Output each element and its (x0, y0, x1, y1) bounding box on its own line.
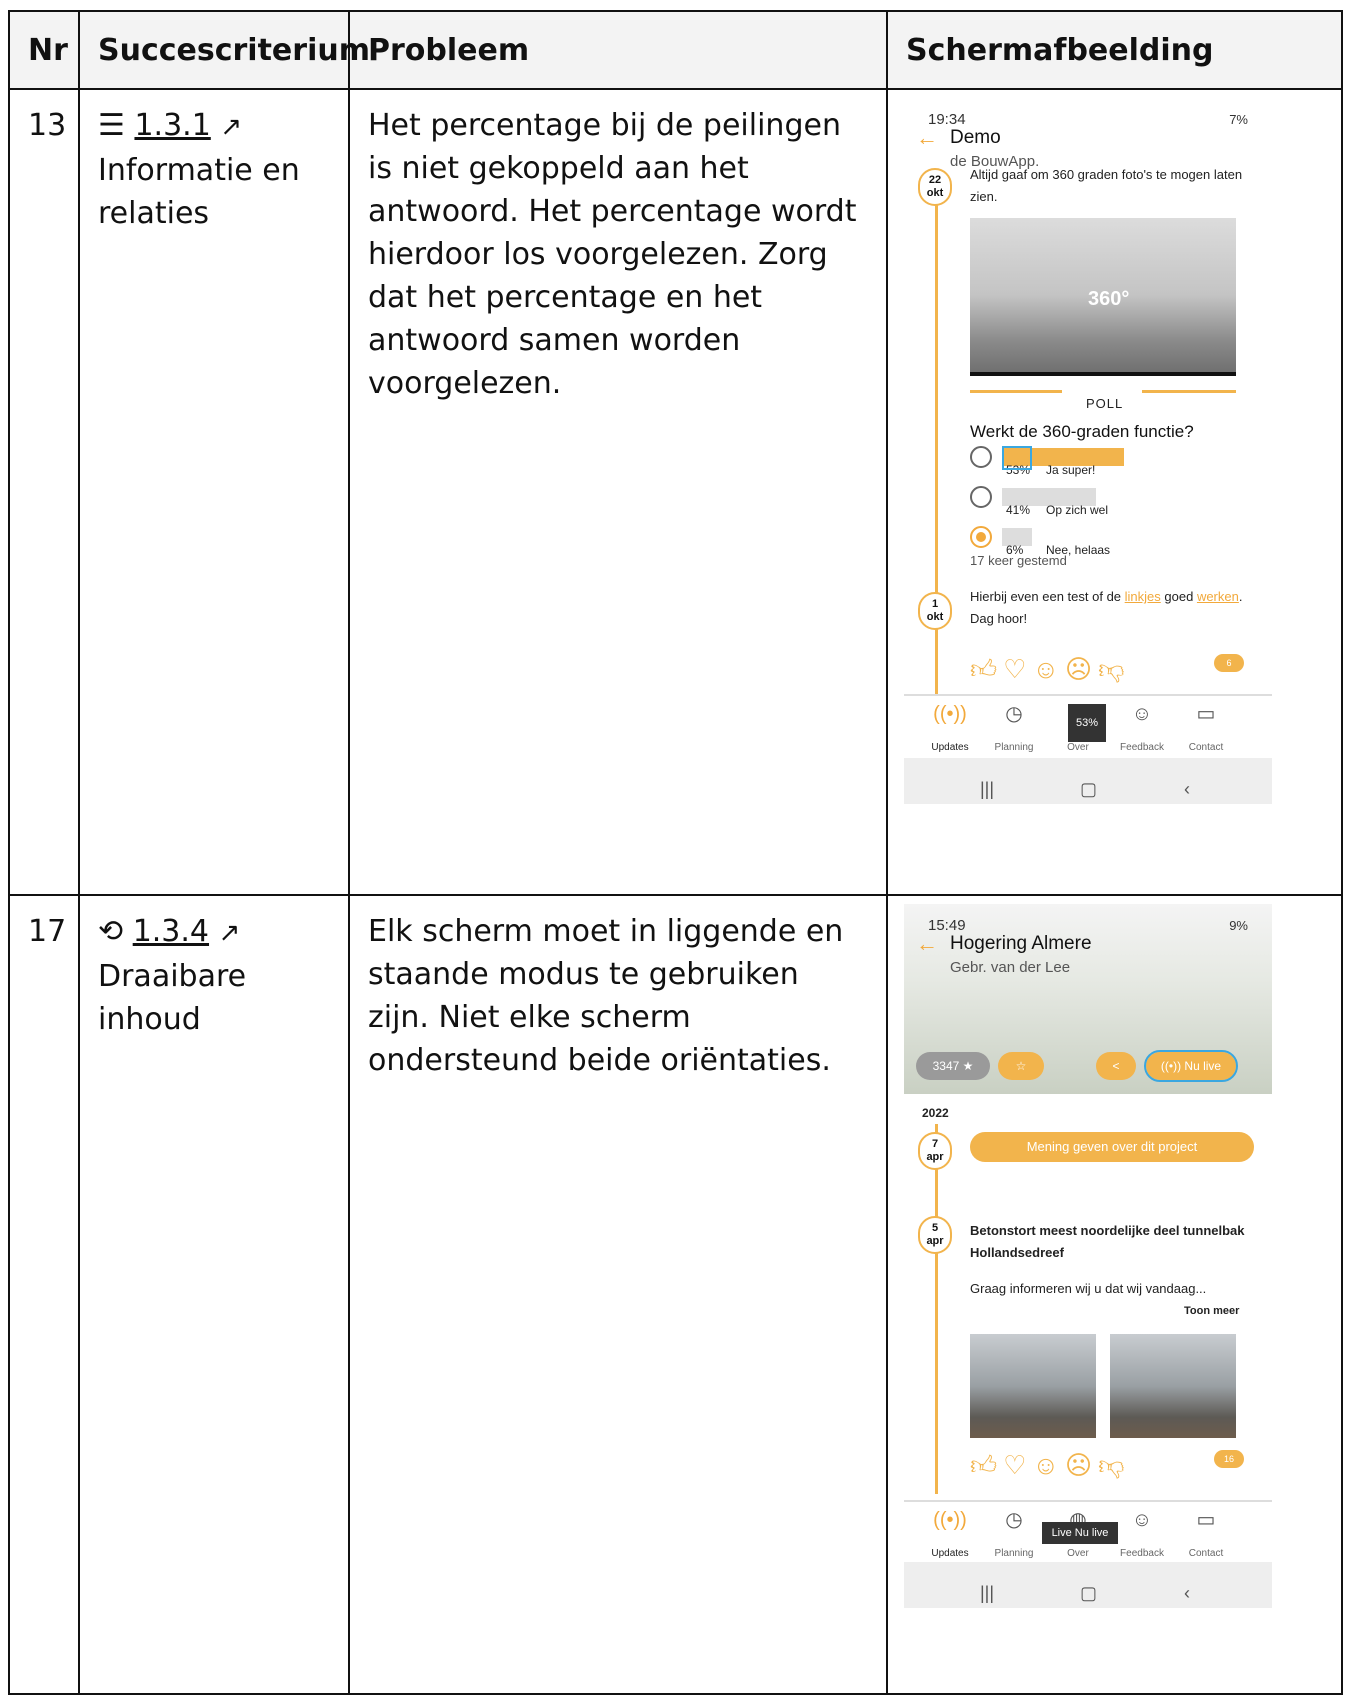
live-button[interactable]: ((•)) Nu live (1144, 1050, 1238, 1082)
date-month: okt (926, 611, 944, 623)
criterion-cell: ☰ 1.3.1 ↗ Informatie en relaties (78, 88, 350, 896)
smiley-icon: ☺ (1131, 1509, 1153, 1531)
project-subtitle: Gebr. van der Lee (950, 959, 1071, 976)
chat-icon: ▭ (1196, 703, 1216, 725)
date-month: apr (926, 1151, 944, 1163)
header-nr: Nr (8, 10, 80, 90)
back-arrow-icon[interactable]: ← (916, 922, 938, 965)
back-arrow-icon[interactable]: ← (916, 116, 938, 159)
date-badge: 22 okt (918, 168, 952, 206)
system-navigation: ||| ▢ ‹ (904, 758, 1272, 804)
share-button[interactable]: < (1096, 1052, 1136, 1080)
share-icon: < (1112, 1059, 1120, 1073)
bottom-navigation: ((•))Updates ◷Planning ◍Over ☺Feedback ▭… (904, 694, 1272, 753)
post-text-2: Hierbij even een test of de linkjes goed… (970, 589, 1243, 626)
date-month: apr (926, 1235, 944, 1247)
phone-screenshot: 15:49 9% ← Hogering Almere Gebr. van der… (904, 904, 1272, 1674)
reaction-icons[interactable]: 👍︎♡☺☹👎︎ (970, 648, 1131, 691)
date-badge: 7 apr (918, 1132, 952, 1170)
smiley-icon: ☺ (1131, 703, 1153, 725)
criterion-cell: ⟲ 1.3.4 ↗ Draaibare inhoud (78, 894, 350, 1695)
focus-indicator (1002, 446, 1032, 470)
star-icon: ★ (962, 1059, 974, 1073)
poll-option[interactable]: 41% Op zich wel (970, 486, 1230, 517)
radio-button[interactable] (970, 446, 992, 468)
panorama-360-icon: 360° (1088, 288, 1130, 310)
criterion-name: Draaibare inhoud (98, 959, 247, 1037)
post-image[interactable] (970, 1334, 1096, 1438)
row-nr: 17 (8, 894, 80, 1695)
post-text: Graag informeren wij u dat wij vandaag..… (970, 1281, 1207, 1296)
panorama-image[interactable]: 360° (970, 218, 1236, 376)
accessibility-toast: 53% (1068, 704, 1106, 742)
broadcast-icon: ((•)) (1160, 1059, 1182, 1073)
reaction-count-badge: 16 (1214, 1450, 1244, 1468)
rotate-icon: ⟲ (98, 914, 124, 949)
timeline-line (935, 1124, 938, 1494)
post-text: Altijd gaaf om 360 graden foto's te moge… (970, 167, 1243, 204)
poll-option[interactable]: 53% Ja super! (970, 446, 1230, 477)
status-battery: 7% (1229, 112, 1248, 127)
problem-cell: Het percentage bij de peilingen is niet … (348, 88, 888, 896)
clock-icon: ◷ (1005, 703, 1023, 725)
system-navigation: ||| ▢ ‹ (904, 1562, 1272, 1608)
audit-table: Nr Succescriterium Probleem Schermafbeel… (8, 10, 1343, 1695)
bottom-navigation: ((•))Updates ◷Planning ◍Over ☺Feedback ▭… (904, 1500, 1272, 1559)
clock-icon: ◷ (1005, 1509, 1023, 1531)
feedback-cta-button[interactable]: Mening geven over dit project (970, 1132, 1254, 1162)
back-icon[interactable]: ‹ (1184, 768, 1190, 811)
reaction-count-badge: 6 (1214, 654, 1244, 672)
criterion-name: Informatie en relaties (98, 153, 300, 231)
table-row: 17 ⟲ 1.3.4 ↗ Draaibare inhoud Elk scherm… (8, 894, 1343, 1695)
row-nr: 13 (8, 88, 80, 896)
date-badge: 1 okt (918, 592, 952, 630)
external-link-icon: ↗ (220, 112, 243, 142)
star-outline-icon: ☆ (1015, 1059, 1027, 1073)
inline-link[interactable]: werken (1197, 589, 1239, 604)
poll-divider-left (970, 390, 1062, 393)
broadcast-icon: ((•)) (933, 1509, 967, 1531)
screenshot-cell: 19:34 7% ← Demo de BouwApp. 22 okt Altij… (886, 88, 1343, 896)
status-battery: 9% (1229, 918, 1248, 933)
home-icon[interactable]: ▢ (1080, 768, 1097, 811)
poll-divider-right (1142, 390, 1236, 393)
date-day: 1 (931, 598, 939, 610)
post-image[interactable] (1110, 1334, 1236, 1438)
problem-cell: Elk scherm moet in liggende en staande m… (348, 894, 888, 1695)
date-day: 22 (928, 174, 942, 186)
recents-icon[interactable]: ||| (980, 768, 994, 811)
criterion-link[interactable]: 1.3.1 (134, 108, 210, 143)
date-day: 5 (931, 1222, 939, 1234)
chat-icon: ▭ (1196, 1509, 1216, 1531)
rating-pill[interactable]: 3347 ★ (916, 1052, 990, 1080)
show-more-link[interactable]: Toon meer (1184, 1300, 1239, 1322)
list-icon: ☰ (98, 108, 125, 143)
date-day: 7 (931, 1138, 939, 1150)
criterion-link[interactable]: 1.3.4 (133, 914, 209, 949)
home-icon[interactable]: ▢ (1080, 1572, 1097, 1615)
broadcast-icon: ((•)) (933, 703, 967, 725)
reaction-icons[interactable]: 👍︎♡☺☹👎︎ (970, 1444, 1131, 1487)
post-title: Betonstort meest noordelijke deel tunnel… (970, 1223, 1245, 1260)
date-month: okt (926, 187, 944, 199)
header-criterion: Succescriterium (78, 10, 370, 90)
recents-icon[interactable]: ||| (980, 1572, 994, 1615)
back-icon[interactable]: ‹ (1184, 1572, 1190, 1615)
date-badge: 5 apr (918, 1216, 952, 1254)
table-row: 13 ☰ 1.3.1 ↗ Informatie en relaties Het … (8, 88, 1343, 896)
inline-link[interactable]: linkjes (1125, 589, 1161, 604)
radio-button[interactable] (970, 486, 992, 508)
screenshot-cell: 15:49 9% ← Hogering Almere Gebr. van der… (886, 894, 1343, 1695)
vote-count: 17 keer gestemd (970, 553, 1067, 568)
favorite-button[interactable]: ☆ (998, 1052, 1044, 1080)
header-problem: Probleem (348, 10, 888, 90)
poll-option[interactable]: 6% Nee, helaas (970, 526, 1230, 557)
header-row: Nr Succescriterium Probleem Schermafbeel… (8, 10, 1343, 90)
phone-screenshot: 19:34 7% ← Demo de BouwApp. 22 okt Altij… (904, 98, 1272, 874)
radio-button-selected[interactable] (970, 526, 992, 548)
year-label: 2022 (922, 1106, 949, 1120)
header-screenshot: Schermafbeelding (886, 10, 1343, 90)
external-link-icon: ↗ (218, 918, 241, 948)
accessibility-toast: Live Nu live (1042, 1522, 1118, 1544)
